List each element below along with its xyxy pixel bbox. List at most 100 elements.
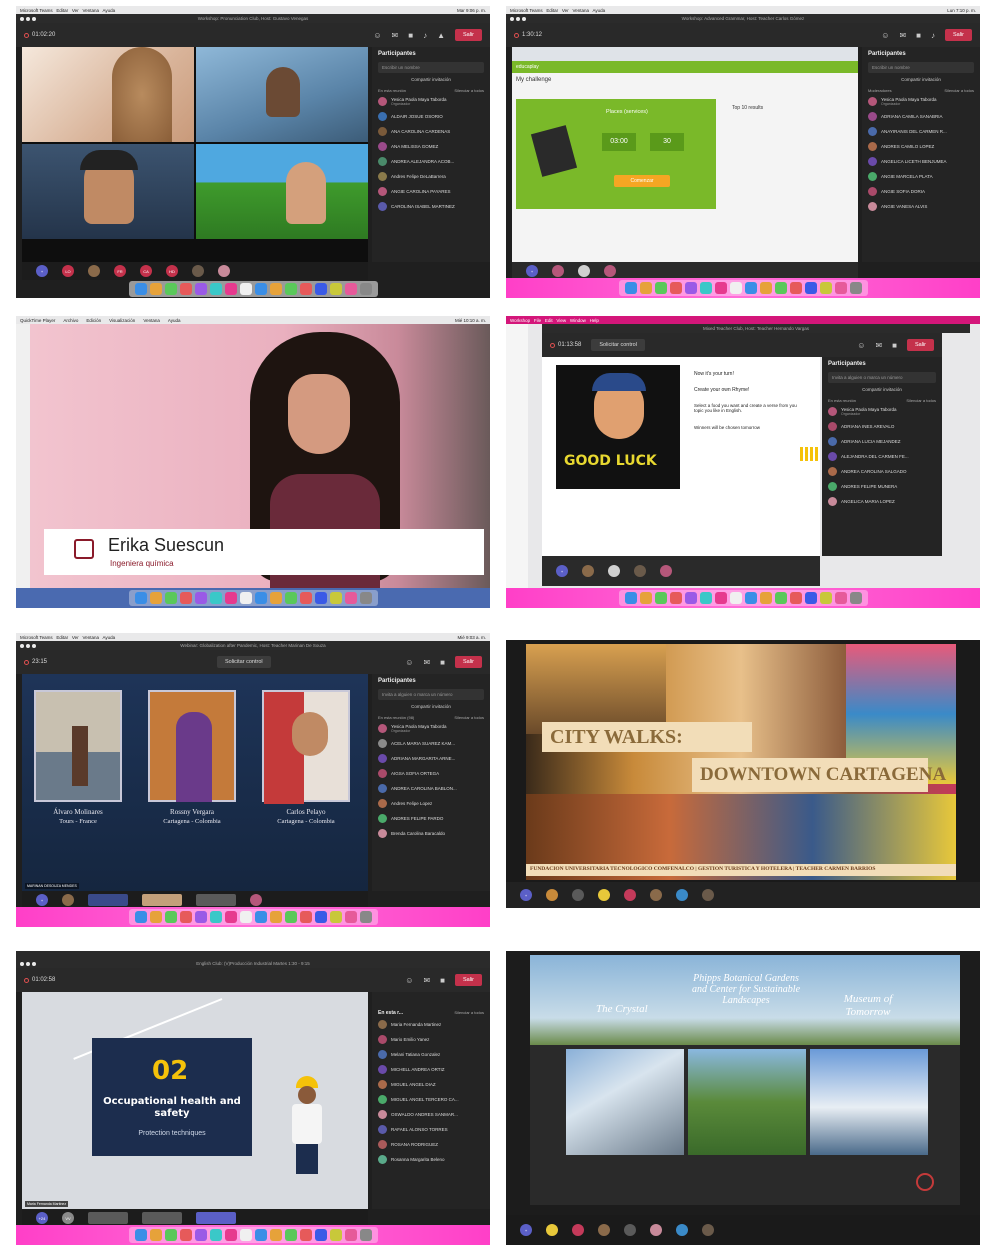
participants-icon[interactable]: ☺ [881, 31, 889, 40]
participant-row[interactable]: Maria Fernanda Martinez [378, 1020, 484, 1029]
leave-button[interactable]: Salir [454, 974, 482, 986]
participant-row[interactable]: ANGIE CAROLINA PAYARES [378, 187, 484, 196]
avatar[interactable]: FR [114, 265, 126, 277]
participant-row[interactable]: CAROLINA ISABEL MARTINEZ [378, 202, 484, 211]
window-controls[interactable] [20, 644, 36, 648]
window-controls[interactable] [20, 962, 36, 966]
participant-row[interactable]: MICHELL ANDREA ORTIZ [378, 1065, 484, 1074]
participant-row[interactable]: ANDRES FELIPE MUNERA [828, 482, 936, 491]
share-invite-button[interactable]: Compartir invitación [868, 77, 974, 82]
participant-row[interactable]: Mario Emilio Yanez [378, 1035, 484, 1044]
avatar[interactable] [650, 1224, 662, 1236]
share-icon[interactable]: ▲ [437, 31, 445, 40]
avatar[interactable] [546, 1224, 558, 1236]
avatar[interactable]: + [556, 565, 568, 577]
leave-button[interactable]: Salir [906, 339, 934, 351]
avatar[interactable] [552, 265, 564, 277]
chat-icon[interactable]: ✉ [875, 341, 882, 350]
mute-all-button[interactable]: Silenciar a todos [906, 398, 936, 403]
camera-icon[interactable]: ■ [892, 341, 897, 350]
avatar[interactable] [142, 894, 182, 906]
participant-row[interactable]: Andres Felipe DeLaBarrera [378, 172, 484, 181]
participant-row[interactable]: ANDREA CAROLINA BABLON... [378, 784, 484, 793]
window-controls[interactable] [510, 17, 526, 21]
mute-all-button[interactable]: Silenciar a todos [454, 1010, 484, 1016]
participants-icon[interactable]: ☺ [857, 341, 865, 350]
participant-row[interactable]: ANGIE VANESA ALVIS [868, 202, 974, 211]
participant-row[interactable]: ANDREA ALEJANDRA ACOB... [378, 157, 484, 166]
avatar[interactable] [624, 1224, 636, 1236]
avatar[interactable] [598, 889, 610, 901]
participant-row[interactable]: ANDRES FELIPE PARDO [378, 814, 484, 823]
chat-icon[interactable]: ✉ [423, 658, 430, 667]
leave-button[interactable]: Salir [454, 29, 482, 41]
participant-row[interactable]: ANGIE MARCELA PLATA [868, 172, 974, 181]
avatar[interactable] [702, 889, 714, 901]
mic-icon[interactable]: ♪ [423, 31, 427, 40]
mute-all-button[interactable]: Silenciar a todos [454, 88, 484, 93]
participants-icon[interactable]: ☺ [405, 658, 413, 667]
participant-row[interactable]: Brenda Carolina Baracaldo [378, 829, 484, 838]
avatar[interactable]: + [526, 265, 538, 277]
avatar[interactable] [218, 265, 230, 277]
avatar[interactable]: +24 [36, 1212, 48, 1224]
avatar[interactable] [650, 889, 662, 901]
avatar[interactable]: + [36, 894, 48, 906]
avatar[interactable] [676, 1224, 688, 1236]
participant-row[interactable]: ANDRES CAMILO LOPEZ [868, 142, 974, 151]
avatar[interactable] [572, 1224, 584, 1236]
share-invite-button[interactable]: Compartir invitación [828, 387, 936, 392]
leave-button[interactable]: Salir [454, 656, 482, 668]
participant-row[interactable]: AIGSA SOFIA ORTEGA [378, 769, 484, 778]
avatar[interactable] [660, 565, 672, 577]
avatar[interactable] [582, 565, 594, 577]
request-control-button[interactable]: Solicitar control [217, 656, 271, 668]
avatar[interactable] [88, 894, 128, 906]
participants-icon[interactable]: ☺ [405, 976, 413, 985]
mute-all-button[interactable]: Silenciar a todos [454, 715, 484, 720]
participant-row[interactable]: ANAYIRANIS DEL CARMEN R... [868, 127, 974, 136]
participant-row[interactable]: ADRIANA INES AREVALO [828, 422, 936, 431]
participant-row[interactable]: ALDAIR JOSUE OSORIO [378, 112, 484, 121]
avatar[interactable] [192, 265, 204, 277]
avatar[interactable] [676, 889, 688, 901]
avatar[interactable]: HD [166, 265, 178, 277]
camera-icon[interactable]: ■ [408, 31, 413, 40]
avatar[interactable] [598, 1224, 610, 1236]
participant-row[interactable]: Yesica Paola Maya Taborda Organizador [378, 724, 484, 733]
camera-icon[interactable]: ■ [440, 658, 445, 667]
participant-row[interactable]: ADRIANA LUCIA MEJANDEZ [828, 437, 936, 446]
avatar[interactable]: + [36, 265, 48, 277]
mic-icon[interactable]: ♪ [931, 31, 935, 40]
search-input[interactable]: Invita a alguien o marca un número [828, 372, 936, 383]
participant-row[interactable]: Rosanna Margarita Beleno [378, 1155, 484, 1164]
participant-row[interactable]: MIGUEL ANGEL TERCERO CA... [378, 1095, 484, 1104]
avatar[interactable]: VV [62, 1212, 74, 1224]
leave-button[interactable]: Salir [944, 29, 972, 41]
avatar[interactable]: LO [62, 265, 74, 277]
participant-row[interactable]: ANGELICA LICETH BENJUMEA [868, 157, 974, 166]
chat-icon[interactable]: ✉ [899, 31, 906, 40]
participant-row[interactable]: ALEJANDRA DEL CARMEN FE... [828, 452, 936, 461]
avatar[interactable] [250, 894, 262, 906]
participant-row[interactable]: ANDREA CAROLINA SALGADO [828, 467, 936, 476]
avatar[interactable] [546, 889, 558, 901]
avatar[interactable] [62, 894, 74, 906]
avatar[interactable] [604, 265, 616, 277]
avatar[interactable]: CA [140, 265, 152, 277]
participant-row[interactable]: Andres Felipe Lopez [378, 799, 484, 808]
participant-row[interactable]: ACELA MARIA SUAREZ KAM... [378, 739, 484, 748]
search-input[interactable]: Escribir un nombre [868, 62, 974, 73]
avatar[interactable] [88, 1212, 128, 1224]
avatar[interactable]: + [520, 1224, 532, 1236]
avatar[interactable] [624, 889, 636, 901]
avatar[interactable] [196, 894, 236, 906]
avatar[interactable] [634, 565, 646, 577]
participant-row[interactable]: Yesica Paola Maya Taborda Organizador [868, 97, 974, 106]
participant-row[interactable]: ADRIANA MARGARITA ARNE... [378, 754, 484, 763]
participant-row[interactable]: ROSANA RODRIGUEZ [378, 1140, 484, 1149]
start-button[interactable]: Comenzar [614, 175, 670, 187]
avatar[interactable] [702, 1224, 714, 1236]
share-invite-button[interactable]: Compartir invitación [378, 77, 484, 82]
avatar[interactable] [142, 1212, 182, 1224]
